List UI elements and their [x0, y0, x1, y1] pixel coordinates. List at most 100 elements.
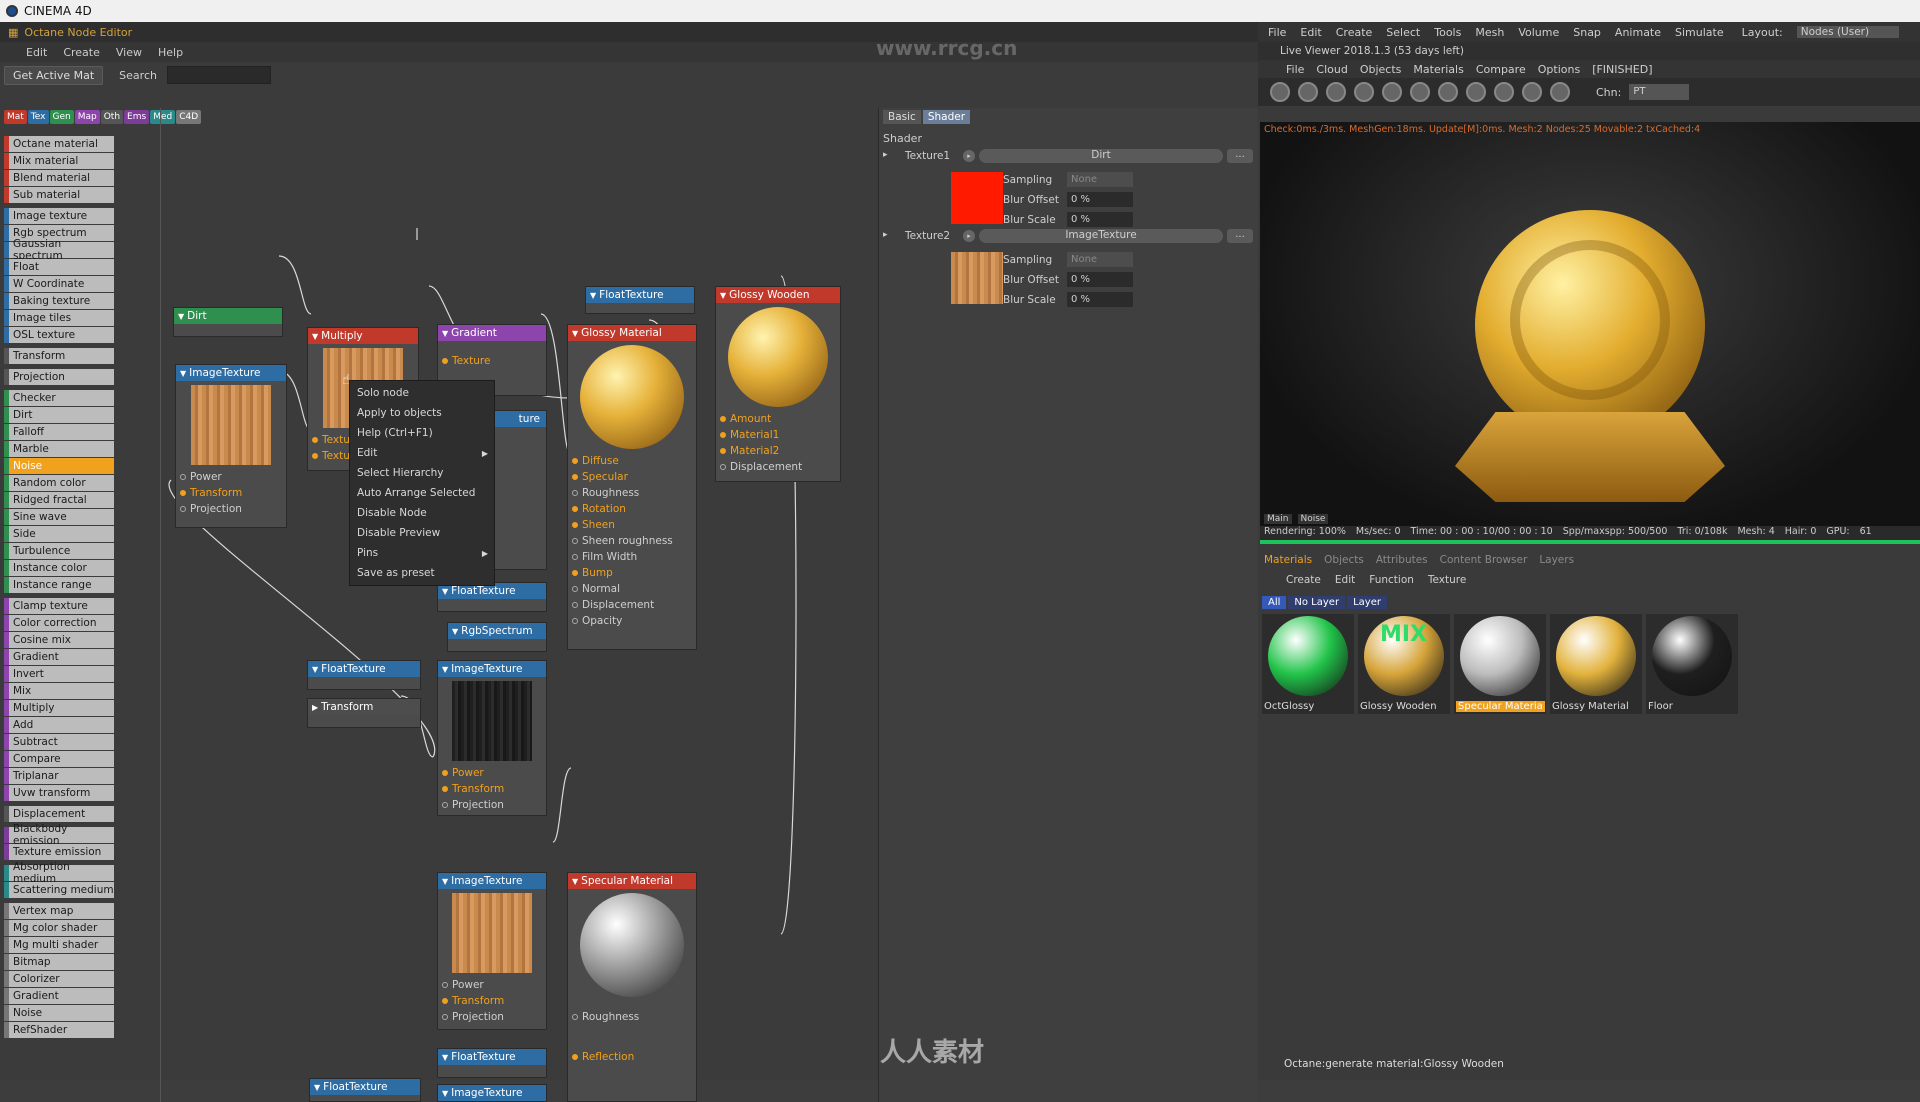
sampling-select[interactable]: None — [1067, 172, 1133, 187]
node-glossy-material[interactable]: ▼ Glossy Material Diffuse Specular Roughnes… — [567, 324, 697, 650]
pin-sheen[interactable]: Sheen — [568, 517, 696, 533]
node-rgbspectrum[interactable]: ▼ RgbSpectrum — [447, 622, 547, 652]
pin-transform[interactable]: Transform — [438, 781, 546, 797]
material-tab-content-browser[interactable]: Content Browser — [1440, 554, 1528, 566]
palette-item-turbulence[interactable]: Turbulence — [4, 543, 114, 559]
context-menu-solo-node[interactable]: Solo node — [350, 383, 494, 403]
palette-item-subtract[interactable]: Subtract — [4, 734, 114, 750]
lock-icon[interactable] — [1410, 82, 1430, 102]
lv-menu-objects[interactable]: Objects — [1360, 63, 1402, 76]
palette-item-marble[interactable]: Marble — [4, 441, 114, 457]
palette-item-noise[interactable]: Noise — [4, 1005, 114, 1021]
palette-item-cosine-mix[interactable]: Cosine mix — [4, 632, 114, 648]
pin-projection[interactable]: Projection — [438, 1009, 546, 1025]
material-floor[interactable]: Floor — [1646, 614, 1738, 714]
palette-item-gradient[interactable]: Gradient — [4, 988, 114, 1004]
texture2-more-button[interactable]: ... — [1227, 229, 1253, 243]
material-octglossy[interactable]: OctGlossy — [1262, 614, 1354, 714]
pin-film-width[interactable]: Film Width — [568, 549, 696, 565]
material-menu-texture[interactable]: Texture — [1428, 574, 1466, 586]
link-icon[interactable]: ▸ — [963, 150, 975, 162]
menu-snap[interactable]: Snap — [1573, 26, 1601, 39]
pin-normal[interactable]: Normal — [568, 581, 696, 597]
pin-material2[interactable]: Material2 — [716, 443, 840, 459]
gear-icon[interactable] — [1382, 82, 1402, 102]
node-floattexture-mid[interactable]: ▼ FloatTexture — [437, 582, 547, 612]
palette-item-vertex-map[interactable]: Vertex map — [4, 903, 114, 919]
node-imagetexture-wood[interactable]: ▼ ImageTexture Power Transform Projection — [437, 872, 547, 1030]
palette-item-gradient[interactable]: Gradient — [4, 649, 114, 665]
pin-power[interactable]: Power — [176, 469, 286, 485]
palette-item-color-correction[interactable]: Color correction — [4, 615, 114, 631]
tab-shader[interactable]: Shader — [922, 110, 971, 124]
menu-create[interactable]: Create — [1336, 26, 1373, 39]
channel-select[interactable]: PT — [1629, 84, 1690, 100]
category-tab-tex[interactable]: Tex — [27, 110, 49, 124]
palette-item-multiply[interactable]: Multiply — [4, 700, 114, 716]
blur-scale-input[interactable]: 0 % — [1067, 292, 1133, 307]
pin-reflection[interactable]: Reflection — [568, 1049, 696, 1065]
region-render-icon[interactable] — [1354, 82, 1374, 102]
grip-icon[interactable]: ▦ — [8, 26, 18, 39]
palette-item-scattering-medium[interactable]: Scattering medium — [4, 882, 114, 898]
menu-view[interactable]: View — [116, 46, 142, 59]
palette-item-add[interactable]: Add — [4, 717, 114, 733]
node-imagetexture-bottom[interactable]: ▼ ImageTexture — [437, 1084, 547, 1102]
node-specular-material[interactable]: ▼ Specular Material Roughness Reflection — [567, 872, 697, 1102]
menu-create[interactable]: Create — [63, 46, 100, 59]
palette-item-instance-range[interactable]: Instance range — [4, 577, 114, 593]
palette-item-triplanar[interactable]: Triplanar — [4, 768, 114, 784]
lv-menu-file[interactable]: File — [1286, 63, 1304, 76]
settings-icon[interactable] — [1270, 82, 1290, 102]
menu-file[interactable]: File — [1268, 26, 1286, 39]
node-glossy-wooden[interactable]: ▼ Glossy Wooden Amount Material1 Material… — [715, 286, 841, 482]
clay-icon[interactable] — [1494, 82, 1514, 102]
pin-power[interactable]: Power — [438, 765, 546, 781]
menu-edit[interactable]: Edit — [26, 46, 47, 59]
layout-select[interactable]: Nodes (User) — [1796, 26, 1900, 38]
context-menu-disable-preview[interactable]: Disable Preview — [350, 523, 494, 543]
palette-item-texture-emission[interactable]: Texture emission — [4, 844, 114, 860]
context-menu-save-as-preset[interactable]: Save as preset — [350, 563, 494, 583]
layer-tab-layer[interactable]: Layer — [1347, 596, 1387, 609]
palette-item-ridged-fractal[interactable]: Ridged fractal — [4, 492, 114, 508]
palette-item-dirt[interactable]: Dirt — [4, 407, 114, 423]
pick-icon[interactable] — [1550, 82, 1570, 102]
node-floattexture-bottom1[interactable]: ▼ FloatTexture — [437, 1048, 547, 1078]
expand-icon[interactable]: ▸ — [883, 150, 888, 160]
pin-texture[interactable]: Texture — [438, 353, 546, 369]
category-tab-map[interactable]: Map — [74, 110, 100, 124]
category-tab-ems[interactable]: Ems — [124, 110, 150, 124]
context-menu-help-ctrl-f1[interactable]: Help (Ctrl+F1) — [350, 423, 494, 443]
pin-roughness[interactable]: Roughness — [568, 485, 696, 501]
material-specular-materia[interactable]: Specular Materia — [1454, 614, 1546, 714]
material-glossy-material[interactable]: Glossy Material — [1550, 614, 1642, 714]
tab-noise[interactable]: Noise — [1297, 514, 1329, 524]
refresh-icon[interactable] — [1298, 82, 1318, 102]
palette-item-blackbody-emission[interactable]: Blackbody emission — [4, 823, 114, 847]
pin-roughness[interactable]: Roughness — [568, 1009, 696, 1025]
palette-item-sine-wave[interactable]: Sine wave — [4, 509, 114, 525]
palette-item-blend-material[interactable]: Blend material — [4, 170, 114, 186]
node-transform[interactable]: ▶ Transform — [307, 698, 421, 728]
material-glossy-wooden[interactable]: MIX Glossy Wooden — [1358, 614, 1450, 714]
menu-simulate[interactable]: Simulate — [1675, 26, 1724, 39]
node-imagetexture[interactable]: ▼ ImageTexture Power Transform Projection — [175, 364, 287, 528]
palette-item-random-color[interactable]: Random color — [4, 475, 114, 491]
menu-volume[interactable]: Volume — [1518, 26, 1559, 39]
palette-item-baking-texture[interactable]: Baking texture — [4, 293, 114, 309]
palette-item-bitmap[interactable]: Bitmap — [4, 954, 114, 970]
pin-diffuse[interactable]: Diffuse — [568, 453, 696, 469]
material-menu-edit[interactable]: Edit — [1335, 574, 1355, 586]
pin-amount[interactable]: Amount — [716, 411, 840, 427]
pin-material1[interactable]: Material1 — [716, 427, 840, 443]
palette-item-sub-material[interactable]: Sub material — [4, 187, 114, 203]
pin-displacement[interactable]: Displacement — [568, 597, 696, 613]
palette-item-noise[interactable]: Noise — [4, 458, 114, 474]
material-menu-create[interactable]: Create — [1286, 574, 1321, 586]
search-input[interactable] — [166, 66, 271, 84]
layer-tab-no-layer[interactable]: No Layer — [1288, 596, 1346, 609]
palette-item-invert[interactable]: Invert — [4, 666, 114, 682]
blur-offset-input[interactable]: 0 % — [1067, 192, 1133, 207]
pin-specular[interactable]: Specular — [568, 469, 696, 485]
